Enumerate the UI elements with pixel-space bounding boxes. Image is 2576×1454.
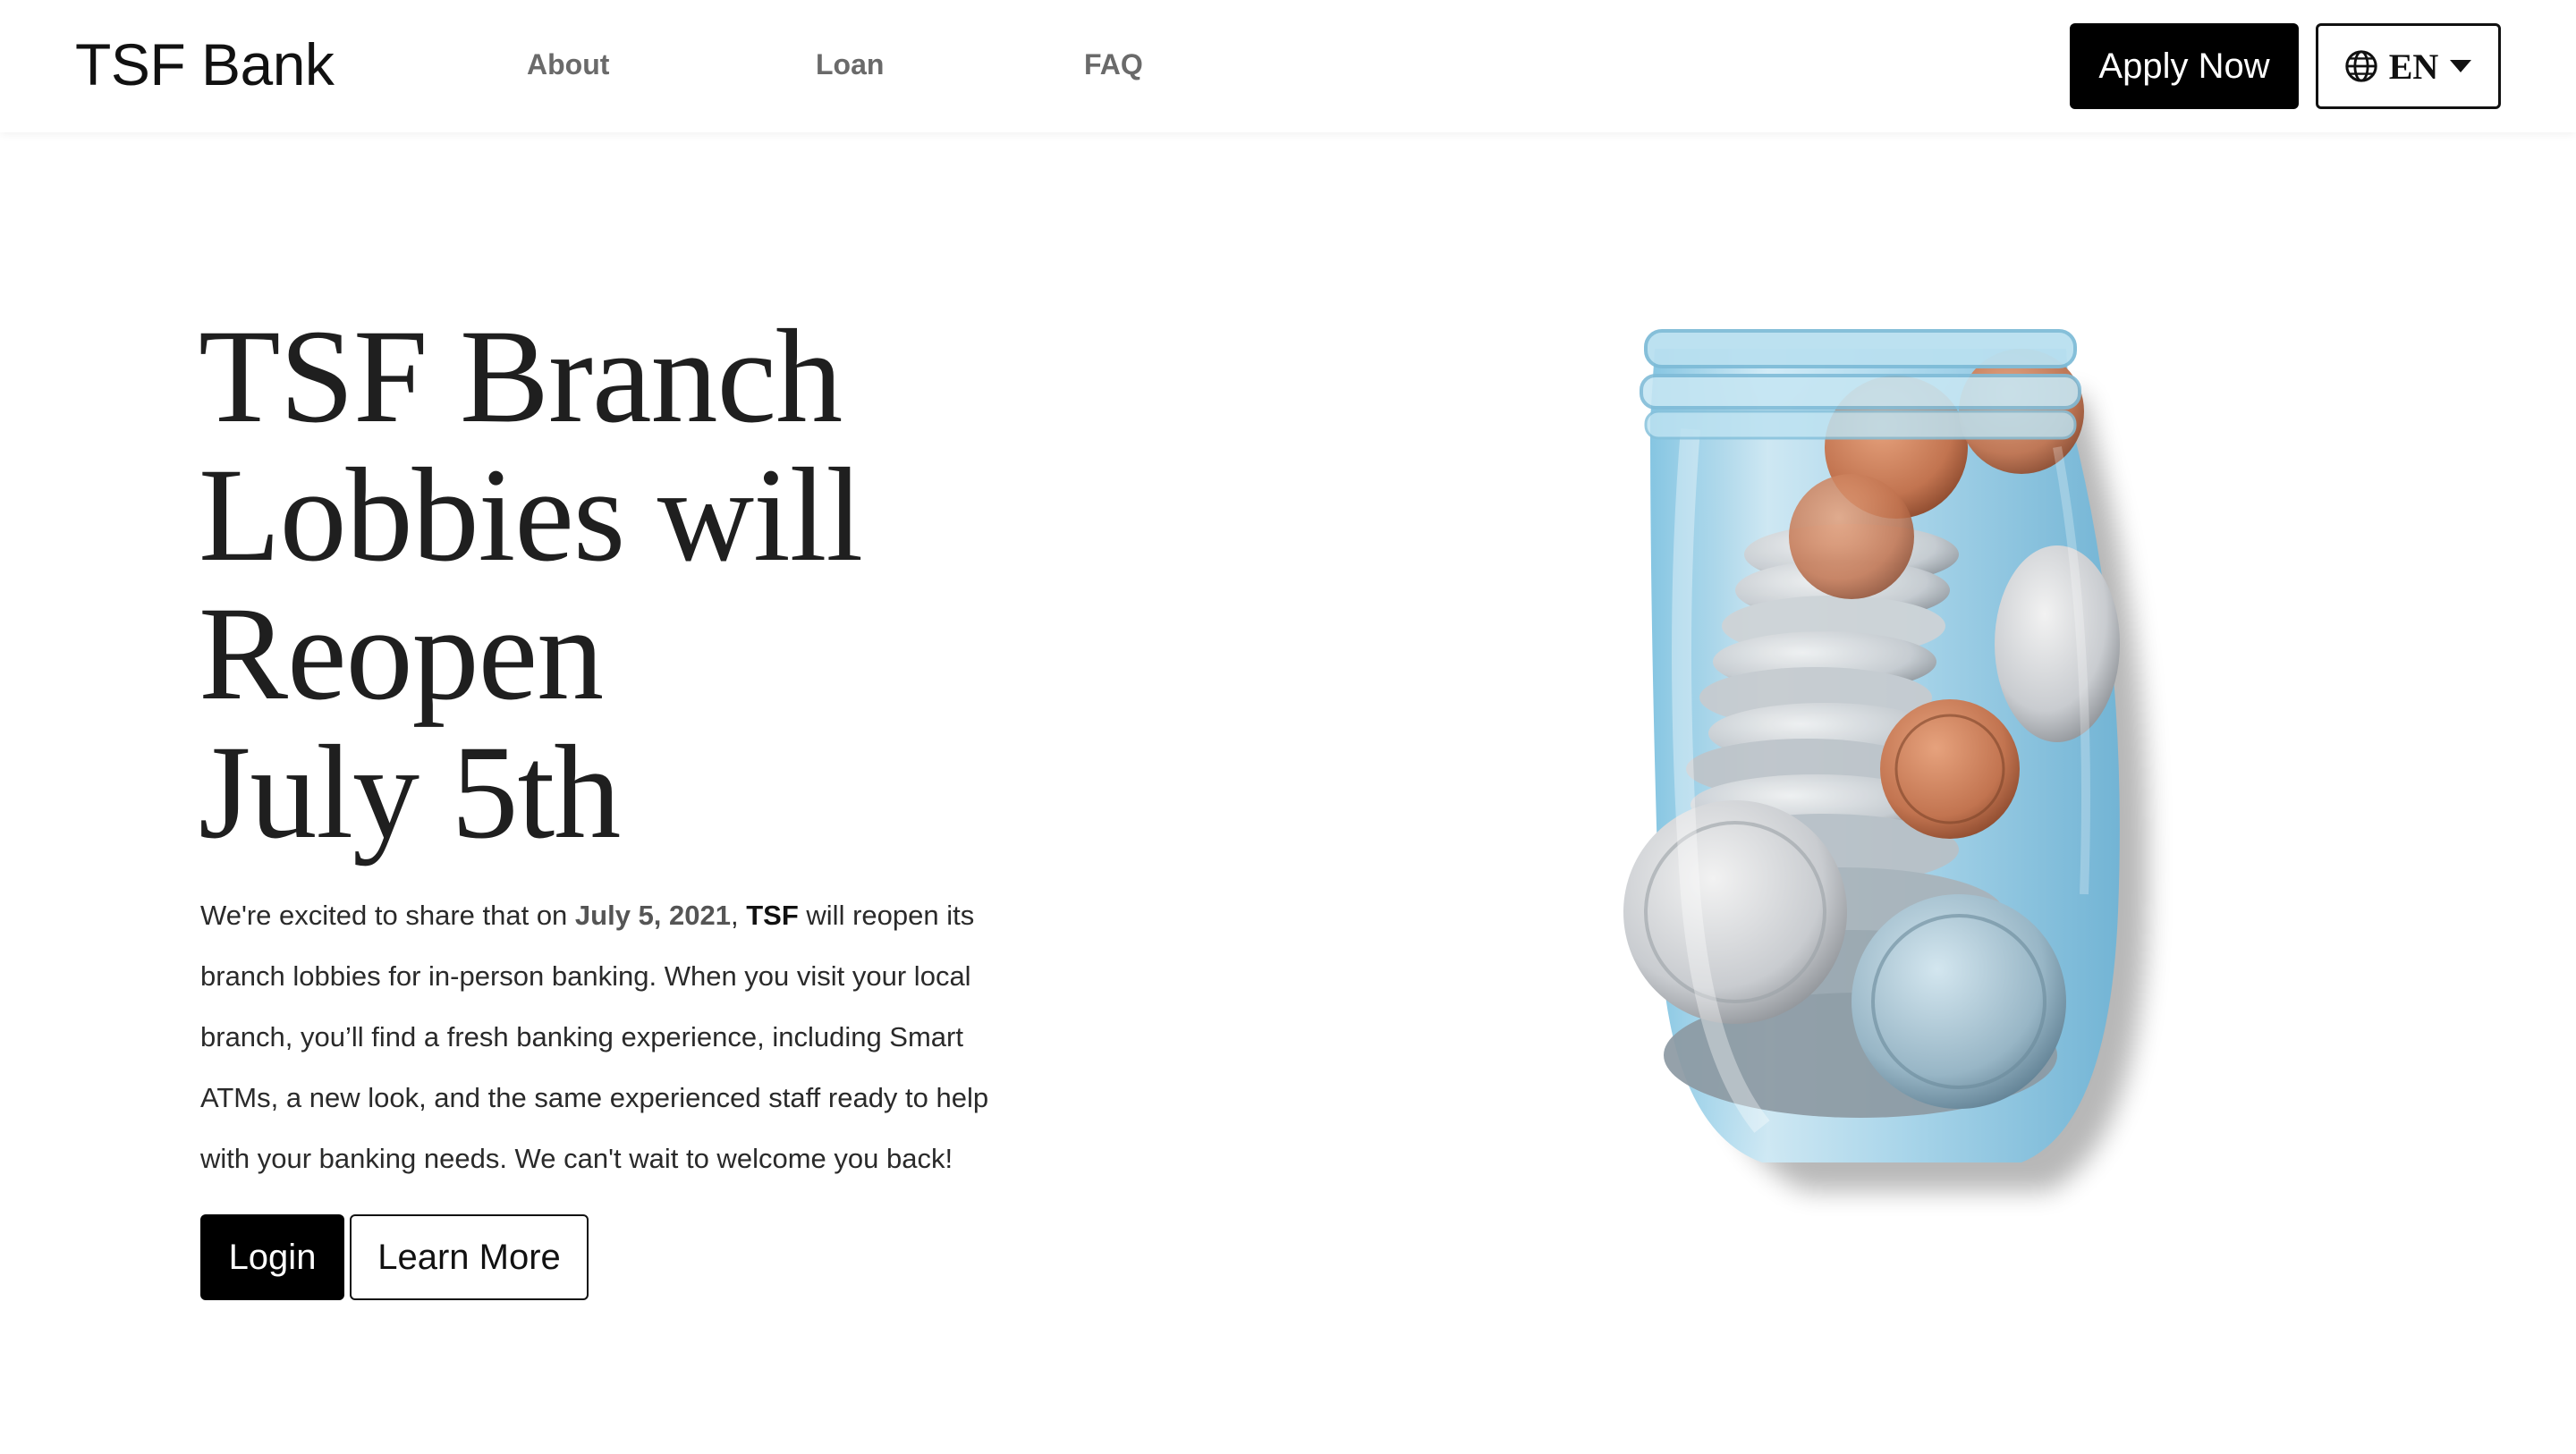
bank-name: TSF — [746, 900, 799, 931]
hero-description: We're excited to share that on July 5, 2… — [200, 885, 1005, 1189]
nav-about-link[interactable]: About — [527, 48, 609, 81]
language-selector[interactable]: EN — [2316, 23, 2501, 109]
brand-logo[interactable]: TSF Bank — [75, 30, 335, 98]
globe-icon — [2344, 49, 2378, 83]
coin-jar-image — [1556, 268, 2200, 1216]
hero-title-line: Lobbies will — [199, 441, 863, 589]
hero-title: TSF Branch Lobbies will Reopen July 5th — [199, 308, 1004, 862]
chevron-down-icon — [2449, 58, 2472, 74]
learn-more-label: Learn More — [377, 1237, 561, 1277]
hero-title-line: July 5th — [199, 718, 621, 866]
nav-faq-link[interactable]: FAQ — [1084, 48, 1143, 81]
description-rest: will reopen its branch lobbies for in-pe… — [200, 900, 989, 1174]
learn-more-button[interactable]: Learn More — [350, 1214, 589, 1300]
site-header: TSF Bank About Loan FAQ Apply Now EN — [0, 0, 2576, 132]
hero-title-line: TSF Branch — [199, 302, 843, 451]
hero-title-line: Reopen — [199, 579, 604, 728]
reopen-date: July 5, 2021 — [574, 900, 731, 931]
apply-now-label: Apply Now — [2098, 46, 2270, 86]
nav-loan-link[interactable]: Loan — [816, 48, 884, 81]
login-button[interactable]: Login — [200, 1214, 344, 1300]
description-intro: We're excited to share that on — [200, 900, 575, 931]
apply-now-button[interactable]: Apply Now — [2070, 23, 2299, 109]
login-label: Login — [228, 1237, 317, 1277]
description-separator: , — [731, 900, 747, 931]
language-code: EN — [2388, 46, 2439, 87]
